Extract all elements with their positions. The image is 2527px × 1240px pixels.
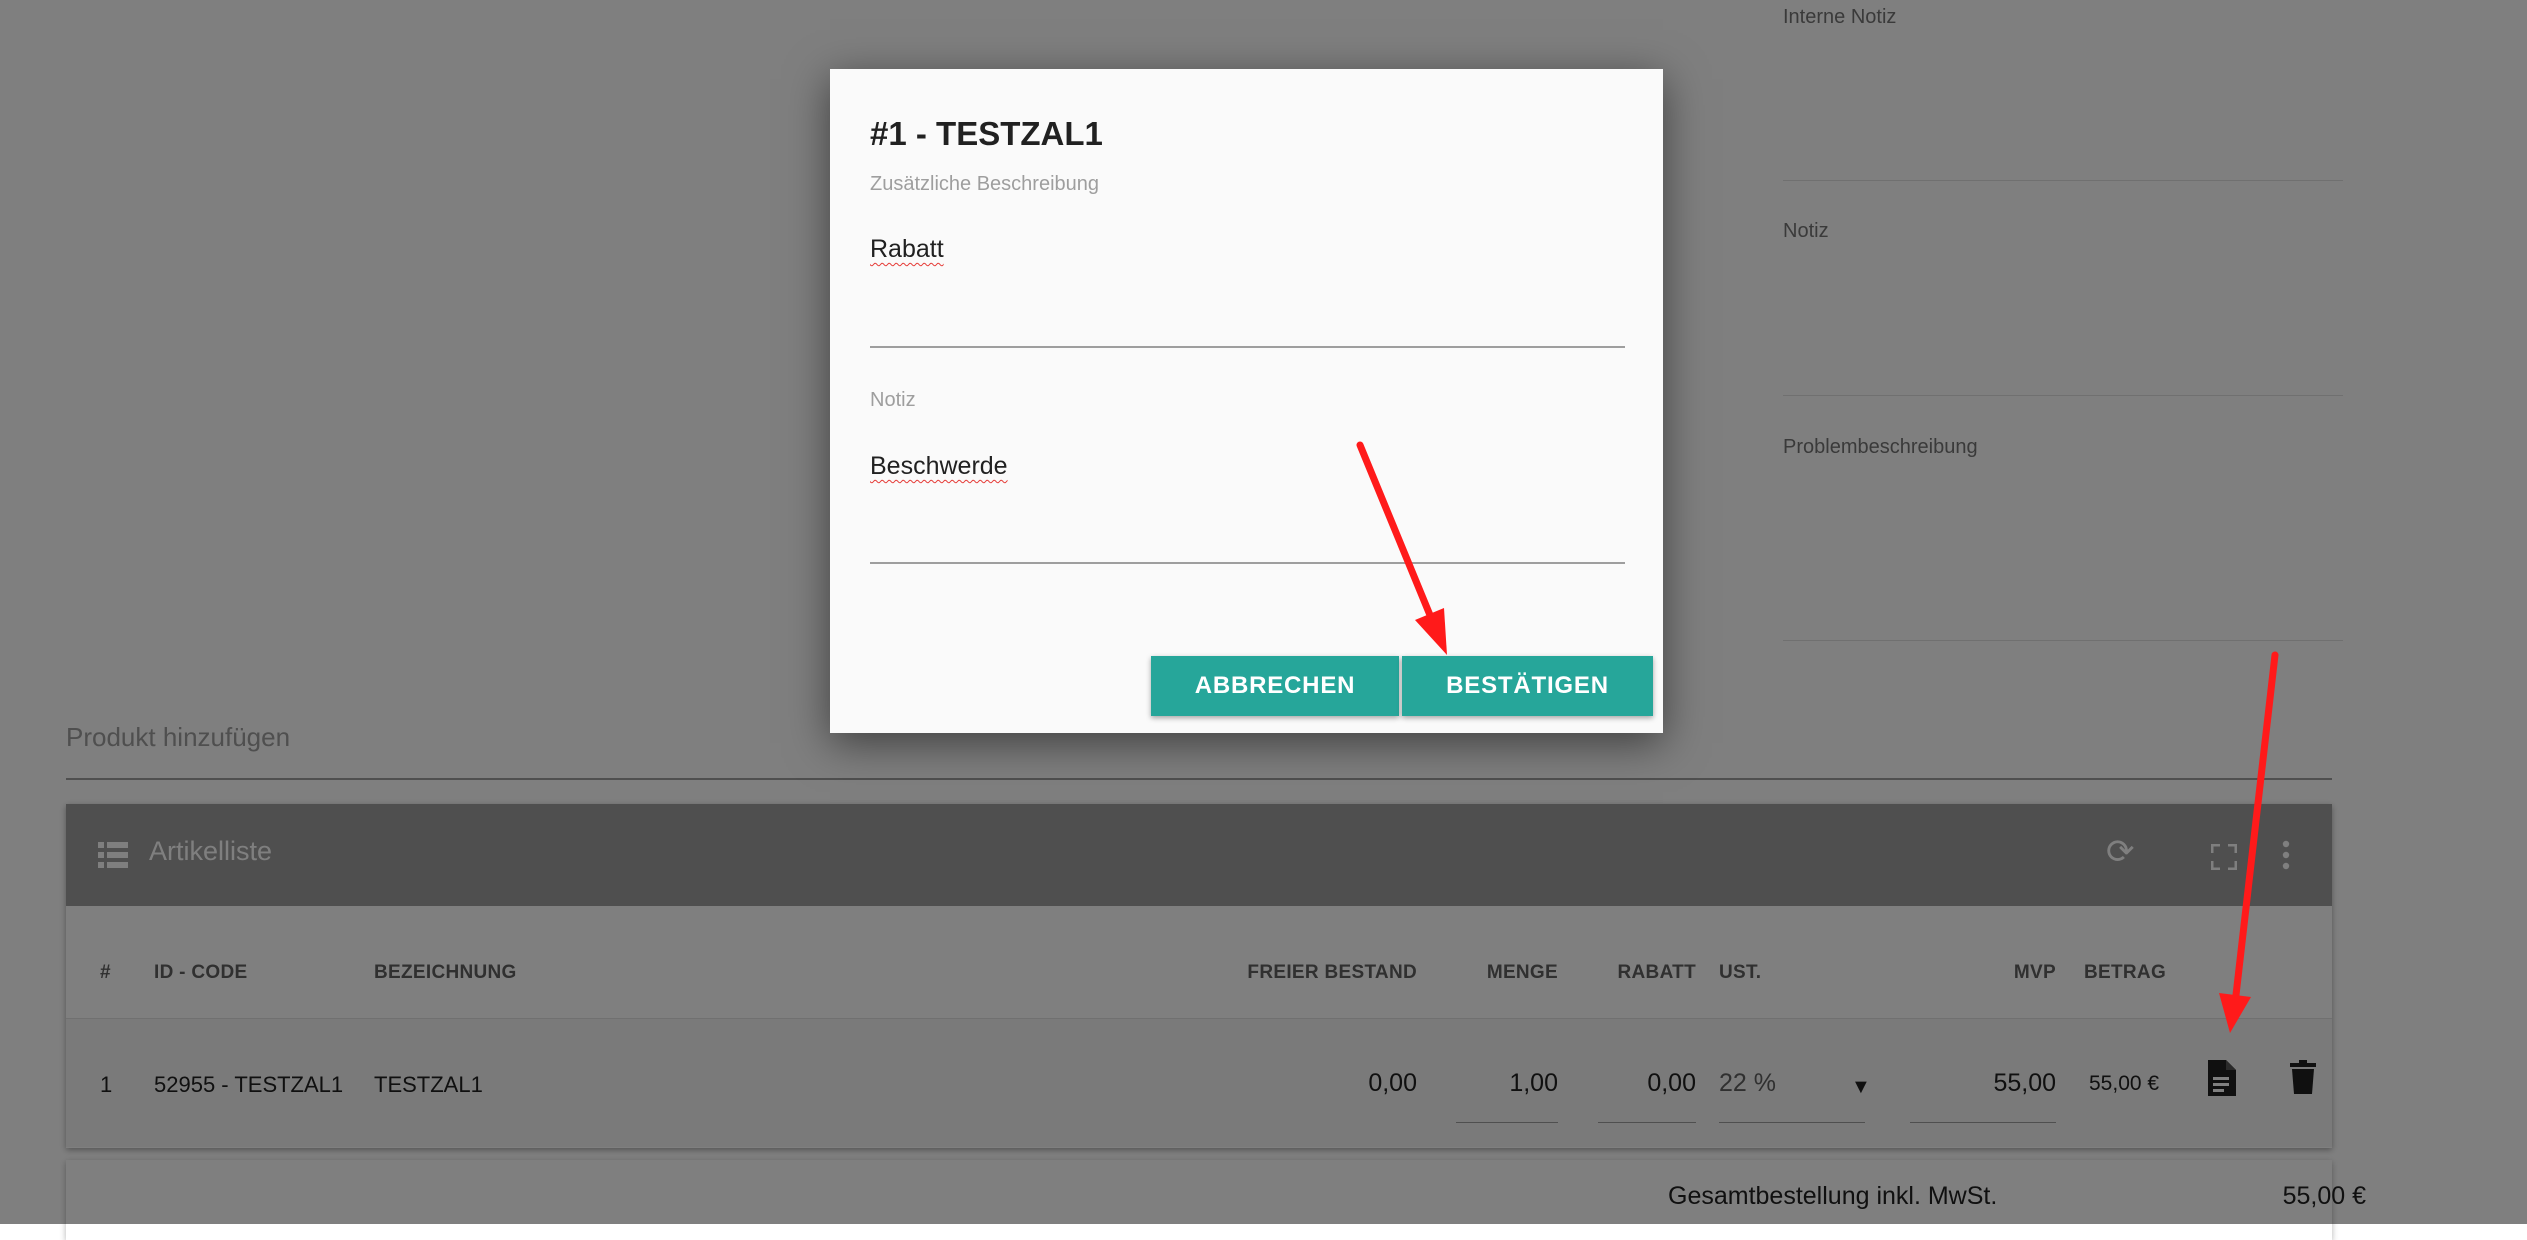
note-underline-dialog xyxy=(870,562,1625,564)
confirm-button[interactable]: BESTÄTIGEN xyxy=(1402,656,1653,716)
edit-item-dialog: #1 - TESTZAL1 Zusätzliche Beschreibung R… xyxy=(830,69,1663,733)
description-underline xyxy=(870,346,1625,348)
dialog-title: #1 - TESTZAL1 xyxy=(870,115,1103,152)
dialog-note-label: Notiz xyxy=(870,389,916,411)
description-field[interactable]: Rabatt xyxy=(870,235,944,264)
note-field[interactable]: Beschwerde xyxy=(870,452,1008,481)
cancel-button[interactable]: ABBRECHEN xyxy=(1151,656,1399,716)
description-label: Zusätzliche Beschreibung xyxy=(870,173,1100,195)
